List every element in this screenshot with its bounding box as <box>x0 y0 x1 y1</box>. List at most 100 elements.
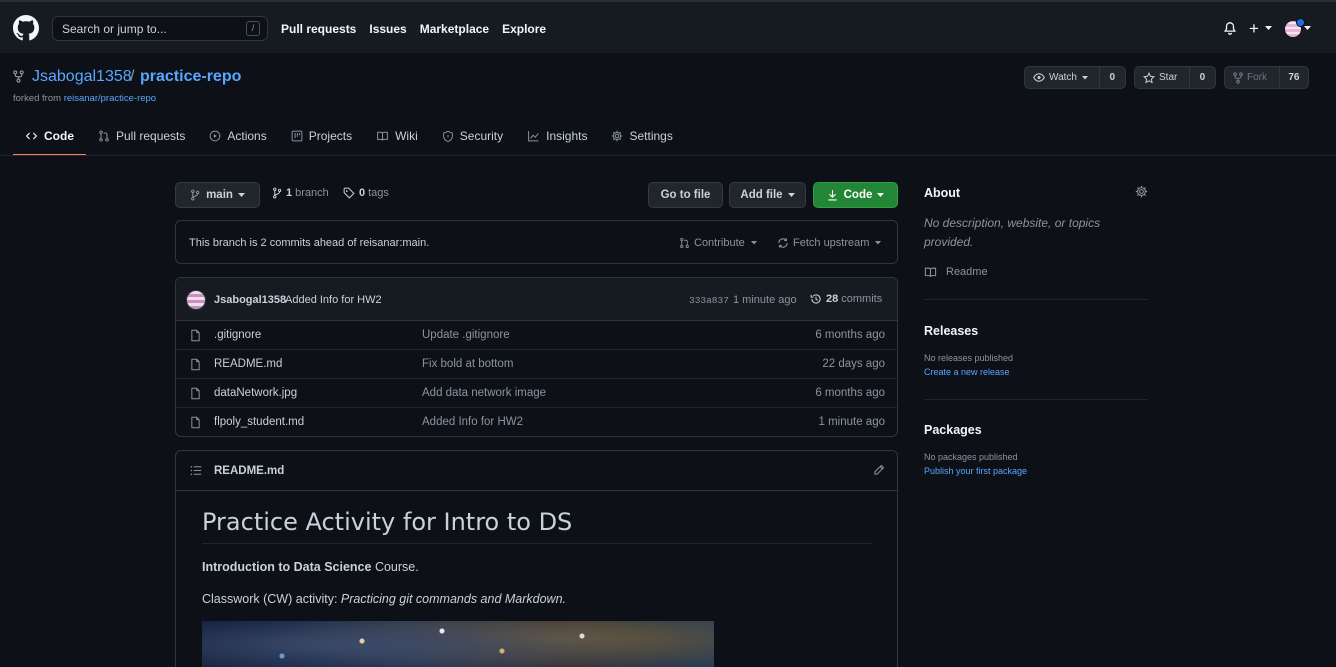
file-row[interactable]: flpoly_student.md Added Info for HW2 1 m… <box>176 408 897 436</box>
nav-marketplace[interactable]: Marketplace <box>420 22 489 36</box>
download-icon <box>828 190 837 201</box>
search-placeholder: Search or jump to... <box>62 22 167 36</box>
shield-icon <box>442 130 453 143</box>
code-download-button[interactable]: Code <box>813 182 898 208</box>
repo-name-link[interactable]: practice-repo <box>140 68 241 86</box>
fetch-upstream-label: Fetch upstream <box>793 237 870 249</box>
file-commit-message-link[interactable]: Update .gitignore <box>422 329 510 341</box>
file-row[interactable]: README.md Fix bold at bottom 22 days ago <box>176 350 897 379</box>
publish-package-link[interactable]: Publish your first package <box>924 466 1027 476</box>
star-button-group: Star 0 <box>1134 66 1216 89</box>
nav-issues[interactable]: Issues <box>369 22 406 36</box>
tag-icon <box>343 187 355 199</box>
file-row[interactable]: .gitignore Update .gitignore 6 months ag… <box>176 321 897 350</box>
pull-request-icon <box>680 237 689 249</box>
nav-explore[interactable]: Explore <box>502 22 546 36</box>
branches-link[interactable]: 1 branch <box>272 187 329 199</box>
gear-icon[interactable] <box>1135 185 1148 198</box>
branch-name: main <box>206 189 233 201</box>
file-name-link[interactable]: dataNetwork.jpg <box>214 387 297 399</box>
branch-word: branch <box>295 187 329 199</box>
star-count[interactable]: 0 <box>1190 67 1215 88</box>
file-name-link[interactable]: .gitignore <box>214 329 261 341</box>
create-new-button[interactable]: + <box>1249 20 1259 37</box>
readme-filename-link[interactable]: README.md <box>214 465 284 477</box>
repo-tabs: Code Pull requests Actions Projects Wiki… <box>13 126 685 156</box>
tab-projects[interactable]: Projects <box>279 126 364 156</box>
readme-sidebar-link[interactable]: Readme <box>924 266 988 278</box>
fork-count[interactable]: 76 <box>1280 67 1308 88</box>
branch-select-button[interactable]: main <box>175 182 260 208</box>
file-icon <box>191 416 200 429</box>
repo-owner-link[interactable]: Jsabogal1358 <box>32 68 132 86</box>
watch-count[interactable]: 0 <box>1100 67 1125 88</box>
forked-from-line: forked from reisanar/practice-repo <box>13 93 156 104</box>
tab-actions-label: Actions <box>227 129 267 143</box>
fork-label: Fork <box>1247 72 1267 83</box>
watch-button[interactable]: Watch <box>1025 67 1100 88</box>
tab-settings[interactable]: Settings <box>599 126 684 156</box>
readme-paragraph: Introduction to Data Science Course. <box>202 560 419 574</box>
tab-code[interactable]: Code <box>13 126 86 156</box>
readme-sidebar-label: Readme <box>946 266 988 278</box>
list-unordered-icon <box>190 466 202 475</box>
fetch-upstream-button[interactable]: Fetch upstream <box>777 237 882 249</box>
releases-heading[interactable]: Releases <box>924 324 978 338</box>
play-icon <box>210 130 221 142</box>
avatar[interactable] <box>186 290 206 310</box>
github-logo-icon[interactable] <box>13 15 39 41</box>
tab-pull-requests[interactable]: Pull requests <box>86 126 197 156</box>
add-file-button[interactable]: Add file <box>729 182 806 208</box>
nav-pull-requests[interactable]: Pull requests <box>281 22 356 36</box>
file-commit-message-link[interactable]: Added Info for HW2 <box>422 416 523 428</box>
tag-word: tags <box>368 187 389 199</box>
readme-title-divider <box>202 543 872 544</box>
star-button[interactable]: Star <box>1135 67 1190 88</box>
sync-icon <box>778 238 788 248</box>
packages-empty-text: No packages published <box>924 452 1018 462</box>
tabs-divider <box>0 155 1336 156</box>
fork-button[interactable]: Fork <box>1225 67 1280 88</box>
tab-security[interactable]: Security <box>430 126 515 156</box>
pull-request-icon <box>99 130 109 142</box>
fork-button-group: Fork 76 <box>1224 66 1309 89</box>
commit-author-link[interactable]: Jsabogal1358 <box>214 294 286 306</box>
tab-actions[interactable]: Actions <box>197 126 278 156</box>
about-heading: About <box>924 186 961 200</box>
commit-sha-link[interactable]: 333a837 <box>689 295 729 306</box>
file-commit-message-link[interactable]: Add data network image <box>422 387 546 399</box>
forked-source-link[interactable]: reisanar/practice-repo <box>64 93 156 104</box>
chevron-down-icon <box>1081 75 1088 79</box>
tab-insights[interactable]: Insights <box>515 126 599 156</box>
chevron-down-icon <box>875 241 882 245</box>
forked-from-prefix: forked from <box>13 93 62 104</box>
tags-link[interactable]: 0 tags <box>343 187 389 199</box>
commit-message-link[interactable]: Added Info for HW2 <box>285 294 382 306</box>
chevron-down-icon <box>877 192 885 197</box>
repo-forked-icon <box>1233 71 1243 84</box>
file-icon <box>191 387 200 400</box>
readme-text: Course. <box>371 560 419 574</box>
file-row[interactable]: dataNetwork.jpg Add data network image 6… <box>176 379 897 408</box>
code-button-label: Code <box>843 189 873 201</box>
packages-heading[interactable]: Packages <box>924 423 982 437</box>
go-to-file-button[interactable]: Go to file <box>648 182 723 208</box>
git-branch-icon <box>273 187 282 199</box>
file-commit-message-link[interactable]: Fix bold at bottom <box>422 358 513 370</box>
readme-title: Practice Activity for Intro to DS <box>202 508 573 536</box>
create-release-link[interactable]: Create a new release <box>924 367 1010 377</box>
data-network-image <box>202 621 714 667</box>
readme-bold-text: Introduction to Data Science <box>202 560 372 574</box>
file-name-link[interactable]: README.md <box>214 358 282 370</box>
contribute-button[interactable]: Contribute <box>679 237 757 249</box>
gear-icon <box>612 130 623 142</box>
file-name-link[interactable]: flpoly_student.md <box>214 416 304 428</box>
commits-history-link[interactable]: 28 commits <box>810 293 882 305</box>
commit-count: 28 <box>826 293 839 305</box>
eye-icon <box>1033 73 1045 82</box>
search-input[interactable]: Search or jump to... / <box>52 16 268 41</box>
tab-settings-label: Settings <box>629 129 673 143</box>
bell-icon[interactable] <box>1223 21 1237 36</box>
tab-wiki[interactable]: Wiki <box>364 126 430 156</box>
about-description: No description, website, or topics provi… <box>924 216 1101 249</box>
